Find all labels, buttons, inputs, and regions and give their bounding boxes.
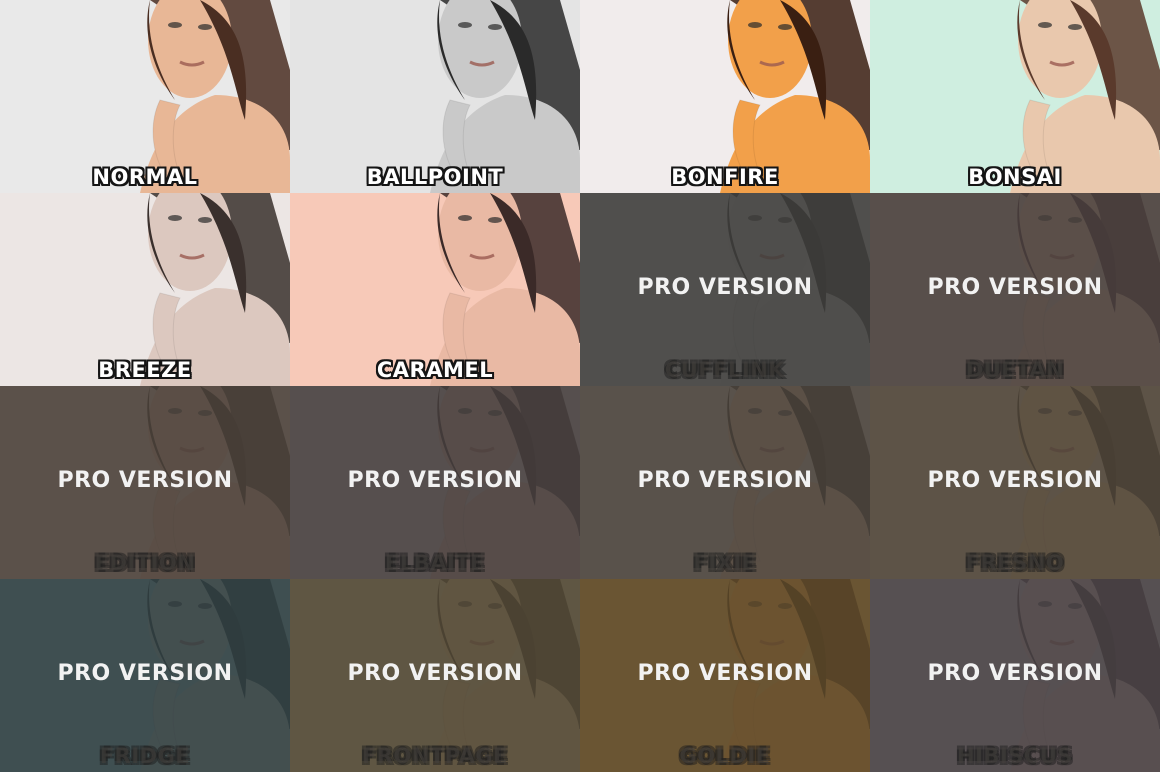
- filter-tile-fridge[interactable]: PRO VERSION FRIDGE: [0, 579, 290, 772]
- filter-tile-normal[interactable]: NORMAL: [0, 0, 290, 193]
- filter-name: FRIDGE: [99, 744, 191, 768]
- pro-version-label: PRO VERSION: [637, 275, 813, 300]
- filter-name: FIXIE: [693, 551, 757, 575]
- filter-tile-bonfire[interactable]: BONFIRE: [580, 0, 870, 193]
- pro-version-label: PRO VERSION: [347, 661, 523, 686]
- filter-tile-duetan[interactable]: PRO VERSION DUETAN: [870, 193, 1160, 386]
- filter-grid: NORMAL BALLPOINT BONFIRE BONSAI BREEZE CARAME…: [0, 0, 1160, 772]
- filter-name: FRESNO: [965, 551, 1065, 575]
- pro-version-label: PRO VERSION: [347, 468, 523, 493]
- filter-name: CUFFLINK: [664, 358, 786, 382]
- filter-tile-elbaite[interactable]: PRO VERSION ELBAITE: [290, 386, 580, 579]
- filter-name: GOLDIE: [679, 744, 771, 768]
- filter-tile-cufflink[interactable]: PRO VERSION CUFFLINK: [580, 193, 870, 386]
- filter-tile-fresno[interactable]: PRO VERSION FRESNO: [870, 386, 1160, 579]
- filter-tile-caramel[interactable]: CARAMEL: [290, 193, 580, 386]
- filter-name: NORMAL: [92, 165, 198, 189]
- pro-version-label: PRO VERSION: [637, 468, 813, 493]
- filter-tile-bonsai[interactable]: BONSAI: [870, 0, 1160, 193]
- pro-version-label: PRO VERSION: [57, 468, 233, 493]
- filter-tile-fixie[interactable]: PRO VERSION FIXIE: [580, 386, 870, 579]
- filter-tile-edition[interactable]: PRO VERSION EDITION: [0, 386, 290, 579]
- pro-version-label: PRO VERSION: [637, 661, 813, 686]
- filter-name: ELBAITE: [385, 551, 485, 575]
- filter-tile-ballpoint[interactable]: BALLPOINT: [290, 0, 580, 193]
- filter-tile-goldie[interactable]: PRO VERSION GOLDIE: [580, 579, 870, 772]
- filter-tile-breeze[interactable]: BREEZE: [0, 193, 290, 386]
- filter-name: BALLPOINT: [366, 165, 504, 189]
- pro-version-label: PRO VERSION: [927, 468, 1103, 493]
- filter-tile-frontpage[interactable]: PRO VERSION FRONTPAGE: [290, 579, 580, 772]
- filter-name: FRONTPAGE: [361, 744, 509, 768]
- filter-name: BONFIRE: [671, 165, 779, 189]
- filter-name: DUETAN: [965, 358, 1065, 382]
- filter-name: HIBISCUS: [957, 744, 1073, 768]
- pro-version-label: PRO VERSION: [57, 661, 233, 686]
- filter-name: EDITION: [94, 551, 196, 575]
- pro-version-label: PRO VERSION: [927, 275, 1103, 300]
- filter-name: BONSAI: [968, 165, 1062, 189]
- filter-name: BREEZE: [98, 358, 192, 382]
- pro-version-label: PRO VERSION: [927, 661, 1103, 686]
- filter-tile-hibiscus[interactable]: PRO VERSION HIBISCUS: [870, 579, 1160, 772]
- filter-name: CARAMEL: [376, 358, 494, 382]
